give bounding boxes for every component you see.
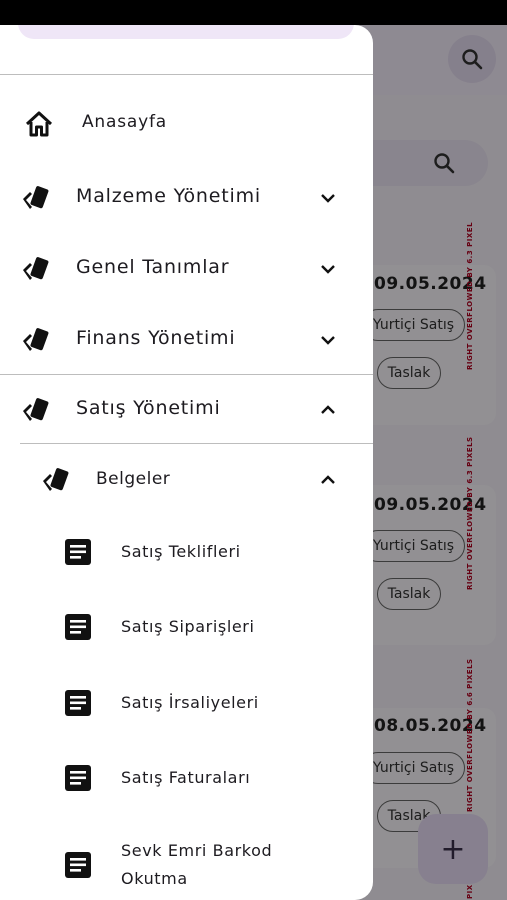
nav-item-label: Satış Siparişleri xyxy=(121,617,255,636)
chevron-down-icon xyxy=(318,188,338,208)
cards-icon xyxy=(21,397,51,423)
chevron-up-icon xyxy=(318,470,338,490)
nav-item-home[interactable]: Anasayfa xyxy=(0,100,373,148)
nav-item-satis-teklifleri[interactable]: Satış Teklifleri xyxy=(0,528,373,576)
nav-item-label: Anasayfa xyxy=(82,112,167,132)
nav-section-finans-yonetimi[interactable]: Finans Yönetimi xyxy=(0,314,373,366)
nav-item-sevk-emri-barkod-okutma[interactable]: Sevk Emri Barkod Okutma xyxy=(0,833,373,897)
nav-item-label: Satış İrsaliyeleri xyxy=(121,693,259,712)
status-bar xyxy=(0,0,507,25)
nav-item-satis-faturalari[interactable]: Satış Faturaları xyxy=(0,754,373,802)
nav-item-satis-irsaliyeleri[interactable]: Satış İrsaliyeleri xyxy=(0,679,373,727)
nav-section-label: Genel Tanımlar xyxy=(76,256,230,278)
nav-section-label: Finans Yönetimi xyxy=(76,327,236,349)
nav-section-label: Malzeme Yönetimi xyxy=(76,185,261,207)
cards-icon xyxy=(21,185,51,211)
chevron-down-icon xyxy=(318,330,338,350)
document-icon xyxy=(64,538,92,566)
nav-item-label: Satış Teklifleri xyxy=(121,542,241,561)
document-icon xyxy=(64,613,92,641)
navigation-drawer: Anasayfa Malzeme Yönetimi Genel Tanımlar… xyxy=(0,25,373,900)
nav-section-satis-yonetimi[interactable]: Satış Yönetimi xyxy=(0,384,373,436)
nav-section-genel-tanimlar[interactable]: Genel Tanımlar xyxy=(0,243,373,295)
nav-section-malzeme-yonetimi[interactable]: Malzeme Yönetimi xyxy=(0,172,373,224)
nav-subsection-label: Belgeler xyxy=(96,469,171,489)
document-icon xyxy=(64,851,92,879)
divider xyxy=(20,443,373,444)
document-icon xyxy=(64,689,92,717)
nav-item-satis-siparisleri[interactable]: Satış Siparişleri xyxy=(0,603,373,651)
cards-icon xyxy=(21,256,51,282)
nav-item-label: Satış Faturaları xyxy=(121,768,251,787)
cards-icon xyxy=(41,467,71,493)
cards-icon xyxy=(21,327,51,353)
nav-subsection-belgeler[interactable]: Belgeler xyxy=(0,454,373,506)
chevron-up-icon xyxy=(318,400,338,420)
chevron-down-icon xyxy=(318,259,338,279)
divider xyxy=(0,74,373,75)
drawer-header xyxy=(18,25,354,39)
nav-item-label: Sevk Emri Barkod Okutma xyxy=(121,841,273,888)
home-icon xyxy=(24,110,54,138)
nav-section-label: Satış Yönetimi xyxy=(76,397,221,419)
divider xyxy=(0,374,373,375)
document-icon xyxy=(64,764,92,792)
